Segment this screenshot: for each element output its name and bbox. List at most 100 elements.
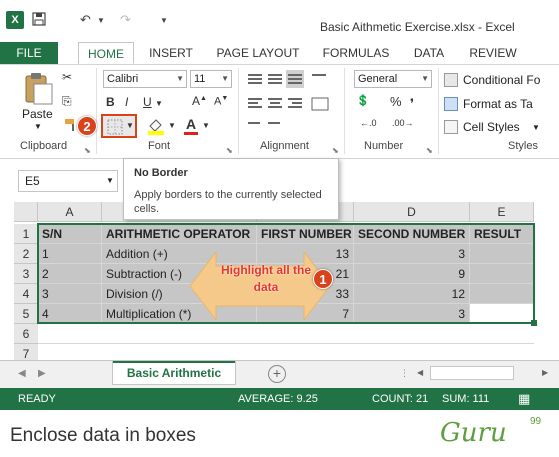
row-header-1[interactable]: 1 (14, 224, 38, 244)
cell-a5[interactable]: 4 (38, 304, 102, 324)
tab-home[interactable]: HOME (78, 42, 134, 64)
tab-review[interactable]: REVIEW (462, 42, 524, 64)
cell-a2[interactable]: 1 (38, 244, 102, 264)
increase-font-icon[interactable]: A▲ (192, 94, 207, 108)
tooltip-title: No Border (134, 167, 188, 179)
font-name-box[interactable]: Calibri ▼ (103, 70, 187, 88)
column-header-e[interactable]: E (470, 202, 534, 222)
paste-button[interactable]: Paste (22, 107, 53, 121)
conditional-formatting-icon (444, 73, 458, 87)
row-header-2[interactable]: 2 (14, 244, 38, 264)
column-header-d[interactable]: D (354, 202, 470, 222)
cell-a4[interactable]: 3 (38, 284, 102, 304)
font-color-dropdown-icon[interactable]: ▼ (202, 121, 210, 130)
cell-a3[interactable]: 2 (38, 264, 102, 284)
cell-e3[interactable] (470, 264, 534, 284)
undo-icon[interactable]: ↶ (80, 12, 91, 28)
redo-icon[interactable]: ↷ (120, 12, 131, 28)
font-size-box[interactable]: 11 ▼ (190, 70, 232, 88)
conditional-formatting-button[interactable]: Conditional Fo (463, 73, 540, 87)
column-header-a[interactable]: A (38, 202, 102, 222)
page-view-icon[interactable]: ▦ (518, 391, 530, 407)
cell-styles-button[interactable]: Cell Styles (463, 120, 520, 134)
borders-dropdown-icon[interactable]: ▼ (126, 121, 134, 130)
sheet-scroll-dots: ⋮ (400, 368, 409, 378)
copy-icon[interactable]: ⎘ (62, 94, 72, 109)
sheet-tab-basic-arithmetic[interactable]: Basic Arithmetic (112, 361, 236, 385)
status-average: AVERAGE: 9.25 (238, 393, 318, 405)
empty-row[interactable] (38, 324, 534, 344)
cell-e1[interactable]: RESULT (470, 224, 534, 244)
tab-data[interactable]: DATA (404, 42, 454, 64)
row-header-6[interactable]: 6 (14, 324, 38, 344)
accounting-format-icon[interactable]: 💲 (356, 94, 370, 107)
tab-page-layout[interactable]: PAGE LAYOUT (208, 42, 308, 64)
tab-formulas[interactable]: FORMULAS (314, 42, 398, 64)
name-box[interactable]: E5 (18, 170, 118, 192)
step-1-badge: 1 (313, 269, 333, 289)
increase-decimal-icon[interactable]: ←.0 (360, 118, 377, 128)
percent-style-icon[interactable]: % (390, 94, 402, 109)
cell-d3[interactable]: 9 (354, 264, 470, 284)
customize-toolbar-icon[interactable]: ▼ (160, 16, 168, 25)
cell-e5-active[interactable] (470, 304, 534, 324)
cell-d1[interactable]: SECOND NUMBER (354, 224, 470, 244)
italic-button[interactable]: I (125, 95, 128, 109)
format-as-table-button[interactable]: Format as Ta (463, 97, 533, 111)
cell-d5[interactable]: 3 (354, 304, 470, 324)
tab-insert[interactable]: INSERT (140, 42, 202, 64)
next-sheet-icon[interactable]: ▶ (38, 368, 46, 379)
fill-handle[interactable] (531, 320, 537, 326)
paste-dropdown-icon[interactable]: ▼ (34, 122, 42, 131)
guru99-logo-superscript: 99 (530, 416, 542, 427)
cell-styles-dropdown-icon[interactable]: ▼ (532, 123, 540, 132)
cell-c1[interactable]: FIRST NUMBER (257, 224, 354, 244)
bold-button[interactable]: B (106, 95, 115, 109)
decrease-decimal-icon[interactable]: .00→ (392, 118, 414, 128)
group-separator (238, 68, 239, 154)
clipboard-launcher-icon[interactable]: ⬊ (84, 146, 91, 155)
undo-dropdown-icon[interactable]: ▼ (97, 16, 105, 25)
cell-a1[interactable]: S/N (38, 224, 102, 244)
status-sum: SUM: 111 (442, 393, 490, 405)
tab-file[interactable]: FILE (0, 42, 58, 64)
row-header-5[interactable]: 5 (14, 304, 38, 324)
cell-e4[interactable] (470, 284, 534, 304)
decrease-font-icon[interactable]: A▼ (214, 95, 228, 108)
cell-d4[interactable]: 12 (354, 284, 470, 304)
name-box-dropdown-icon[interactable]: ▼ (106, 176, 114, 185)
save-icon[interactable] (32, 12, 46, 29)
paste-icon[interactable] (22, 72, 54, 106)
number-launcher-icon[interactable]: ⬊ (426, 146, 433, 155)
alignment-buttons[interactable] (246, 70, 336, 134)
horizontal-scrollbar[interactable] (430, 366, 514, 380)
row-header-4[interactable]: 4 (14, 284, 38, 304)
cell-d2[interactable]: 3 (354, 244, 470, 264)
select-all-corner[interactable] (14, 202, 38, 222)
tooltip: No Border Apply borders to the currently… (123, 158, 339, 220)
font-color-icon[interactable]: A (184, 116, 198, 135)
underline-button[interactable]: U (143, 95, 152, 109)
font-launcher-icon[interactable]: ⬊ (226, 146, 233, 155)
underline-dropdown-icon[interactable]: ▼ (155, 99, 163, 108)
scroll-right-icon[interactable]: ▶ (542, 368, 548, 377)
prev-sheet-icon[interactable]: ◀ (18, 368, 26, 379)
clipboard-group-label: Clipboard (20, 140, 68, 152)
fill-color-dropdown-icon[interactable]: ▼ (168, 121, 176, 130)
caption: Enclose data in boxes (10, 425, 196, 446)
cut-icon[interactable]: ✂ (62, 70, 72, 84)
alignment-launcher-icon[interactable]: ⬊ (332, 146, 339, 155)
add-sheet-icon[interactable]: + (268, 365, 286, 383)
scroll-left-icon[interactable]: ◀ (417, 368, 423, 377)
number-format-box[interactable]: General ▼ (354, 70, 432, 88)
excel-app-icon: X (6, 11, 24, 29)
cell-b1[interactable]: ARITHMETIC OPERATOR (102, 224, 257, 244)
format-painter-icon[interactable] (64, 118, 78, 135)
borders-button[interactable]: ▼ (101, 114, 137, 138)
font-size-value: 11 (194, 73, 206, 85)
comma-style-icon[interactable]: ❜ (410, 96, 414, 112)
fill-color-icon[interactable] (146, 117, 166, 138)
row-header-3[interactable]: 3 (14, 264, 38, 284)
cell-e2[interactable] (470, 244, 534, 264)
empty-row[interactable] (38, 344, 534, 360)
